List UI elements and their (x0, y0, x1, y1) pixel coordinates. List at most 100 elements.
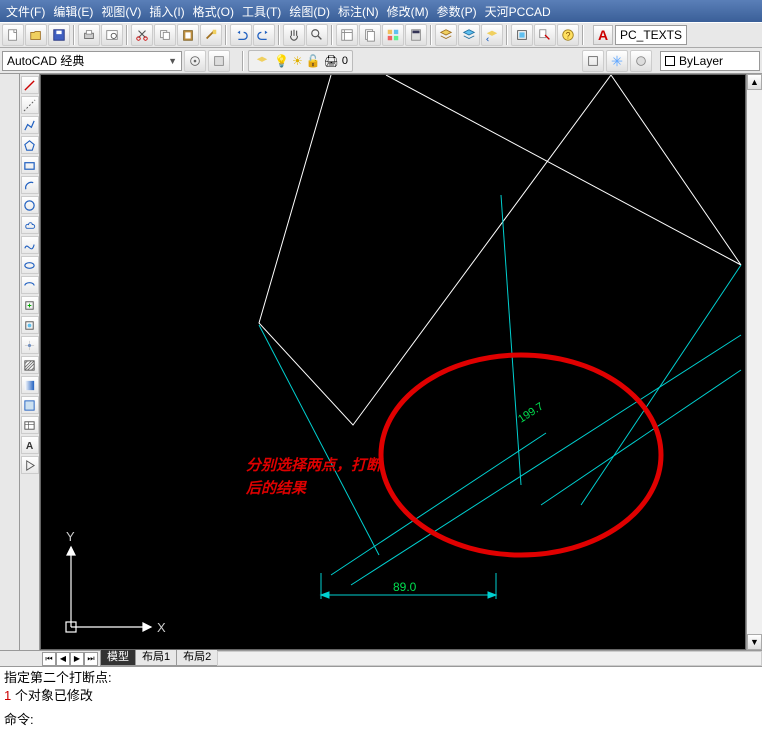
lock-icon[interactable]: 🔓 (306, 54, 321, 68)
workspace-settings-button[interactable] (184, 50, 206, 72)
separator (126, 25, 128, 45)
separator (225, 25, 227, 45)
drawing-canvas[interactable]: 199.7 89.0 X Y 分别选择两点，打断 后的结果 (40, 74, 746, 650)
layout-tabs-bar: ⏮ ◀ ▶ ⏭ 模型 布局1 布局2 (0, 650, 762, 666)
scroll-track[interactable] (747, 90, 762, 634)
layer-prop-icon[interactable] (253, 52, 271, 70)
open-button[interactable] (25, 24, 47, 46)
layer-prev-button[interactable] (481, 24, 503, 46)
menu-draw[interactable]: 绘图(D) (285, 1, 334, 22)
help-button[interactable]: ? (557, 24, 579, 46)
text-tool[interactable]: A (21, 436, 39, 454)
text-style-combo[interactable]: PC_TEXTS (615, 25, 687, 45)
new-button[interactable] (2, 24, 24, 46)
tab-last-button[interactable]: ⏭ (84, 652, 98, 666)
ellipse-tool[interactable] (21, 256, 39, 274)
spline-tool[interactable] (21, 236, 39, 254)
block-button[interactable] (511, 24, 533, 46)
pan-button[interactable] (283, 24, 305, 46)
separator (331, 25, 333, 45)
ellipse-arc-tool[interactable] (21, 276, 39, 294)
construction-line-tool[interactable] (21, 96, 39, 114)
print-button[interactable] (78, 24, 100, 46)
svg-text:89.0: 89.0 (393, 580, 417, 594)
insert-block-tool[interactable] (21, 296, 39, 314)
rectangle-tool[interactable] (21, 156, 39, 174)
menu-tools[interactable]: 工具(T) (238, 1, 285, 22)
print-icon[interactable]: 🖨 (324, 54, 339, 68)
polyline-tool[interactable] (21, 116, 39, 134)
menu-format[interactable]: 格式(O) (189, 1, 238, 22)
region-tool[interactable] (21, 396, 39, 414)
annotation-text: 分别选择两点，打断 后的结果 (246, 455, 381, 500)
text-style-icon[interactable]: A (593, 25, 613, 45)
command-area[interactable]: 指定第二个打断点: 1 个对象已修改 命令: (0, 666, 762, 732)
layer-state-button[interactable] (458, 24, 480, 46)
make-block-tool[interactable] (21, 316, 39, 334)
command-history-line-2: 1 个对象已修改 (4, 687, 758, 705)
workspace-selector[interactable]: AutoCAD 经典 ▼ (2, 51, 182, 71)
menu-view[interactable]: 视图(V) (97, 1, 145, 22)
bulb-icon[interactable]: 💡 (274, 54, 289, 68)
redo-button[interactable] (253, 24, 275, 46)
zoom-button[interactable] (306, 24, 328, 46)
svg-text:X: X (157, 620, 166, 635)
menu-file[interactable]: 文件(F) (2, 1, 49, 22)
match-prop-button[interactable] (200, 24, 222, 46)
revision-cloud-tool[interactable] (21, 216, 39, 234)
layer-freeze-button[interactable] (606, 50, 628, 72)
gradient-tool[interactable] (21, 376, 39, 394)
menu-modify[interactable]: 修改(M) (383, 1, 433, 22)
workspace-save-button[interactable] (208, 50, 230, 72)
add-selected-tool[interactable] (21, 456, 39, 474)
chevron-down-icon: ▼ (168, 56, 177, 66)
arc-tool[interactable] (21, 176, 39, 194)
tabs: 模型 布局1 布局2 (100, 651, 217, 666)
paste-button[interactable] (177, 24, 199, 46)
layer-iso-button[interactable] (582, 50, 604, 72)
tool-palette-button[interactable] (382, 24, 404, 46)
tab-prev-button[interactable]: ◀ (56, 652, 70, 666)
save-button[interactable] (48, 24, 70, 46)
line-tool[interactable] (21, 76, 39, 94)
workspace-toolbar: AutoCAD 经典 ▼ 💡 ☀ 🔓 🖨 0 ByLayer (0, 48, 762, 74)
scrollbar-horizontal[interactable] (217, 651, 762, 666)
scroll-down-button[interactable]: ▼ (747, 634, 762, 650)
xref-button[interactable] (534, 24, 556, 46)
polygon-tool[interactable] (21, 136, 39, 154)
menu-insert[interactable]: 插入(I) (145, 1, 188, 22)
sun-icon[interactable]: ☀ (292, 54, 303, 68)
layer-combo[interactable]: ByLayer (660, 51, 760, 71)
main-area: A (0, 74, 762, 650)
point-tool[interactable] (21, 336, 39, 354)
sheetset-button[interactable] (359, 24, 381, 46)
tab-nav: ⏮ ◀ ▶ ⏭ (40, 651, 100, 666)
scrollbar-vertical[interactable]: ▲ ▼ (746, 74, 762, 650)
layer-combo-label: ByLayer (679, 54, 723, 68)
properties-button[interactable] (336, 24, 358, 46)
cut-button[interactable] (131, 24, 153, 46)
tab-next-button[interactable]: ▶ (70, 652, 84, 666)
command-history-line-1: 指定第二个打断点: (4, 669, 758, 687)
side-panel-left (0, 74, 20, 650)
tab-first-button[interactable]: ⏮ (42, 652, 56, 666)
command-prompt[interactable]: 命令: (4, 711, 758, 729)
hatch-tool[interactable] (21, 356, 39, 374)
draw-toolbar: A (20, 74, 40, 650)
workspace-label: AutoCAD 经典 (7, 52, 168, 69)
circle-tool[interactable] (21, 196, 39, 214)
plot-preview-button[interactable] (101, 24, 123, 46)
menu-param[interactable]: 参数(P) (433, 1, 481, 22)
menu-dim[interactable]: 标注(N) (334, 1, 383, 22)
layer-button[interactable] (435, 24, 457, 46)
separator (506, 25, 508, 45)
calc-button[interactable] (405, 24, 427, 46)
layer-off-button[interactable] (630, 50, 652, 72)
copy-button[interactable] (154, 24, 176, 46)
scroll-up-button[interactable]: ▲ (747, 74, 762, 90)
undo-button[interactable] (230, 24, 252, 46)
table-tool[interactable] (21, 416, 39, 434)
menu-edit[interactable]: 编辑(E) (49, 1, 97, 22)
menu-pccad[interactable]: 天河PCCAD (481, 1, 555, 22)
layer-coord-value: 0 (342, 55, 348, 67)
